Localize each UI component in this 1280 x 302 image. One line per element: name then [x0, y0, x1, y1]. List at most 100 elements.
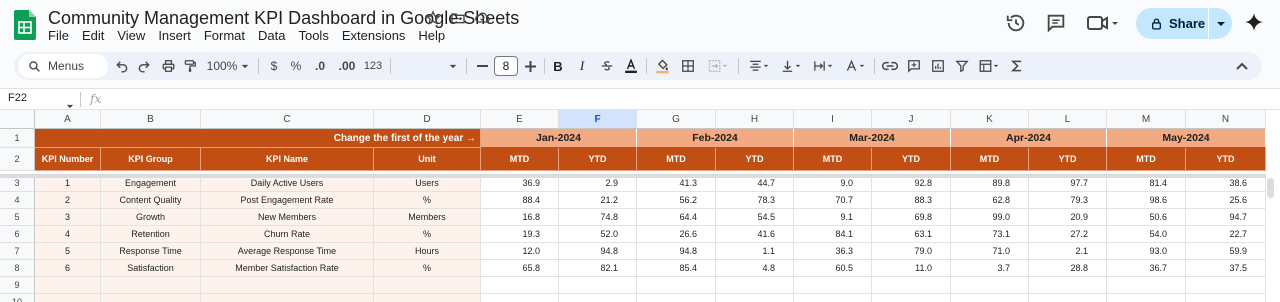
empty-cell[interactable] — [794, 294, 872, 302]
value-cell[interactable]: 21.2 — [559, 192, 637, 209]
undo-icon[interactable] — [112, 56, 132, 76]
value-cell[interactable]: 50.6 — [1107, 209, 1186, 226]
menus-search[interactable]: Menus — [18, 54, 108, 78]
value-cell[interactable]: 4.8 — [716, 260, 794, 277]
value-cell[interactable]: 1.1 — [716, 243, 794, 260]
empty-cell[interactable] — [201, 277, 374, 294]
zoom-dropdown-icon[interactable] — [240, 56, 250, 76]
value-cell[interactable]: 37.5 — [1186, 260, 1266, 277]
empty-cell[interactable] — [35, 277, 101, 294]
kpi-number-cell[interactable]: 4 — [35, 226, 101, 243]
value-cell[interactable]: 78.3 — [716, 192, 794, 209]
more-formats-button[interactable]: 123 — [362, 56, 384, 76]
row-header-2[interactable]: 2 — [0, 148, 35, 171]
strikethrough-icon[interactable] — [598, 56, 616, 76]
column-header-j[interactable]: J — [872, 110, 951, 129]
value-cell[interactable]: 88.3 — [872, 192, 951, 209]
column-header-f[interactable]: F — [559, 110, 637, 129]
share-main[interactable]: Share — [1136, 8, 1208, 39]
value-cell[interactable]: 22.7 — [1186, 226, 1266, 243]
menu-file[interactable]: File — [48, 28, 75, 44]
menu-insert[interactable]: Insert — [158, 28, 197, 44]
empty-cell[interactable] — [1186, 294, 1266, 302]
value-cell[interactable]: 85.4 — [637, 260, 716, 277]
star-icon[interactable] — [425, 10, 443, 28]
kpi-group-cell[interactable]: Growth — [101, 209, 201, 226]
fill-color-icon[interactable] — [652, 56, 672, 76]
kpi-name-cell[interactable]: New Members — [201, 209, 374, 226]
kpi-unit-cell[interactable]: % — [374, 192, 481, 209]
kpi-name-cell[interactable]: Average Response Time — [201, 243, 374, 260]
value-cell[interactable]: 94.7 — [1186, 209, 1266, 226]
value-cell[interactable]: 88.4 — [481, 192, 559, 209]
select-all-corner[interactable] — [0, 110, 35, 129]
value-cell[interactable]: 27.2 — [1029, 226, 1107, 243]
value-cell[interactable]: 79.3 — [1029, 192, 1107, 209]
empty-cell[interactable] — [872, 294, 951, 302]
empty-cell[interactable] — [951, 277, 1029, 294]
value-cell[interactable]: 19.3 — [481, 226, 559, 243]
value-cell[interactable]: 73.1 — [951, 226, 1029, 243]
functions-icon[interactable] — [1008, 56, 1026, 76]
kpi-name-cell[interactable]: Member Satisfaction Rate — [201, 260, 374, 277]
font-size-input[interactable]: 8 — [494, 56, 518, 76]
value-cell[interactable]: 62.8 — [951, 192, 1029, 209]
document-title[interactable]: Community Management KPI Dashboard in Go… — [48, 8, 519, 29]
italic-button[interactable]: I — [574, 56, 590, 76]
empty-cell[interactable] — [637, 294, 716, 302]
empty-cell[interactable] — [1029, 277, 1107, 294]
text-rotation-icon[interactable] — [840, 56, 870, 76]
empty-cell[interactable] — [374, 294, 481, 302]
value-cell[interactable]: 54.5 — [716, 209, 794, 226]
menu-tools[interactable]: Tools — [298, 28, 334, 44]
insert-chart-icon[interactable] — [928, 56, 948, 76]
kpi-number-cell[interactable]: 3 — [35, 209, 101, 226]
share-button[interactable]: Share — [1136, 8, 1232, 39]
value-cell[interactable]: 65.8 — [481, 260, 559, 277]
row-header-7[interactable]: 7 — [0, 243, 35, 260]
menu-help[interactable]: Help — [418, 28, 451, 44]
filter-views-icon[interactable] — [974, 56, 1004, 76]
empty-cell[interactable] — [951, 294, 1029, 302]
value-cell[interactable]: 59.9 — [1186, 243, 1266, 260]
scrollbar-thumb[interactable] — [1267, 178, 1274, 198]
empty-cell[interactable] — [35, 294, 101, 302]
empty-cell[interactable] — [374, 277, 481, 294]
value-cell[interactable]: 54.0 — [1107, 226, 1186, 243]
collapse-toolbar-icon[interactable] — [1232, 56, 1252, 76]
value-cell[interactable]: 26.6 — [637, 226, 716, 243]
row-header-5[interactable]: 5 — [0, 209, 35, 226]
horizontal-align-icon[interactable] — [744, 56, 774, 76]
empty-cell[interactable] — [481, 277, 559, 294]
filter-icon[interactable] — [952, 56, 972, 76]
kpi-unit-cell[interactable]: Hours — [374, 243, 481, 260]
kpi-unit-cell[interactable]: Members — [374, 209, 481, 226]
value-cell[interactable]: 2.1 — [1029, 243, 1107, 260]
empty-cell[interactable] — [716, 277, 794, 294]
row-header-8[interactable]: 8 — [0, 260, 35, 277]
text-wrapping-icon[interactable] — [808, 56, 838, 76]
empty-cell[interactable] — [101, 277, 201, 294]
percent-format-button[interactable]: % — [288, 56, 304, 76]
value-cell[interactable]: 64.4 — [637, 209, 716, 226]
value-cell[interactable]: 99.0 — [951, 209, 1029, 226]
decrease-font-size-icon[interactable] — [474, 56, 490, 76]
borders-icon[interactable] — [678, 56, 698, 76]
cloud-status-icon[interactable] — [474, 10, 492, 28]
row-header-6[interactable]: 6 — [0, 226, 35, 243]
value-cell[interactable]: 16.8 — [481, 209, 559, 226]
text-color-icon[interactable] — [622, 56, 640, 76]
value-cell[interactable]: 93.0 — [1107, 243, 1186, 260]
version-history-icon[interactable] — [1005, 12, 1027, 34]
column-header-g[interactable]: G — [637, 110, 716, 129]
value-cell[interactable]: 20.9 — [1029, 209, 1107, 226]
column-header-b[interactable]: B — [101, 110, 201, 129]
kpi-number-cell[interactable]: 6 — [35, 260, 101, 277]
empty-cell[interactable] — [559, 277, 637, 294]
kpi-number-cell[interactable]: 2 — [35, 192, 101, 209]
move-folder-icon[interactable] — [450, 10, 468, 28]
zoom-select[interactable]: 100% — [202, 56, 242, 76]
kpi-number-cell[interactable]: 5 — [35, 243, 101, 260]
freeze-divider[interactable] — [0, 174, 1266, 178]
column-header-n[interactable]: N — [1186, 110, 1266, 129]
